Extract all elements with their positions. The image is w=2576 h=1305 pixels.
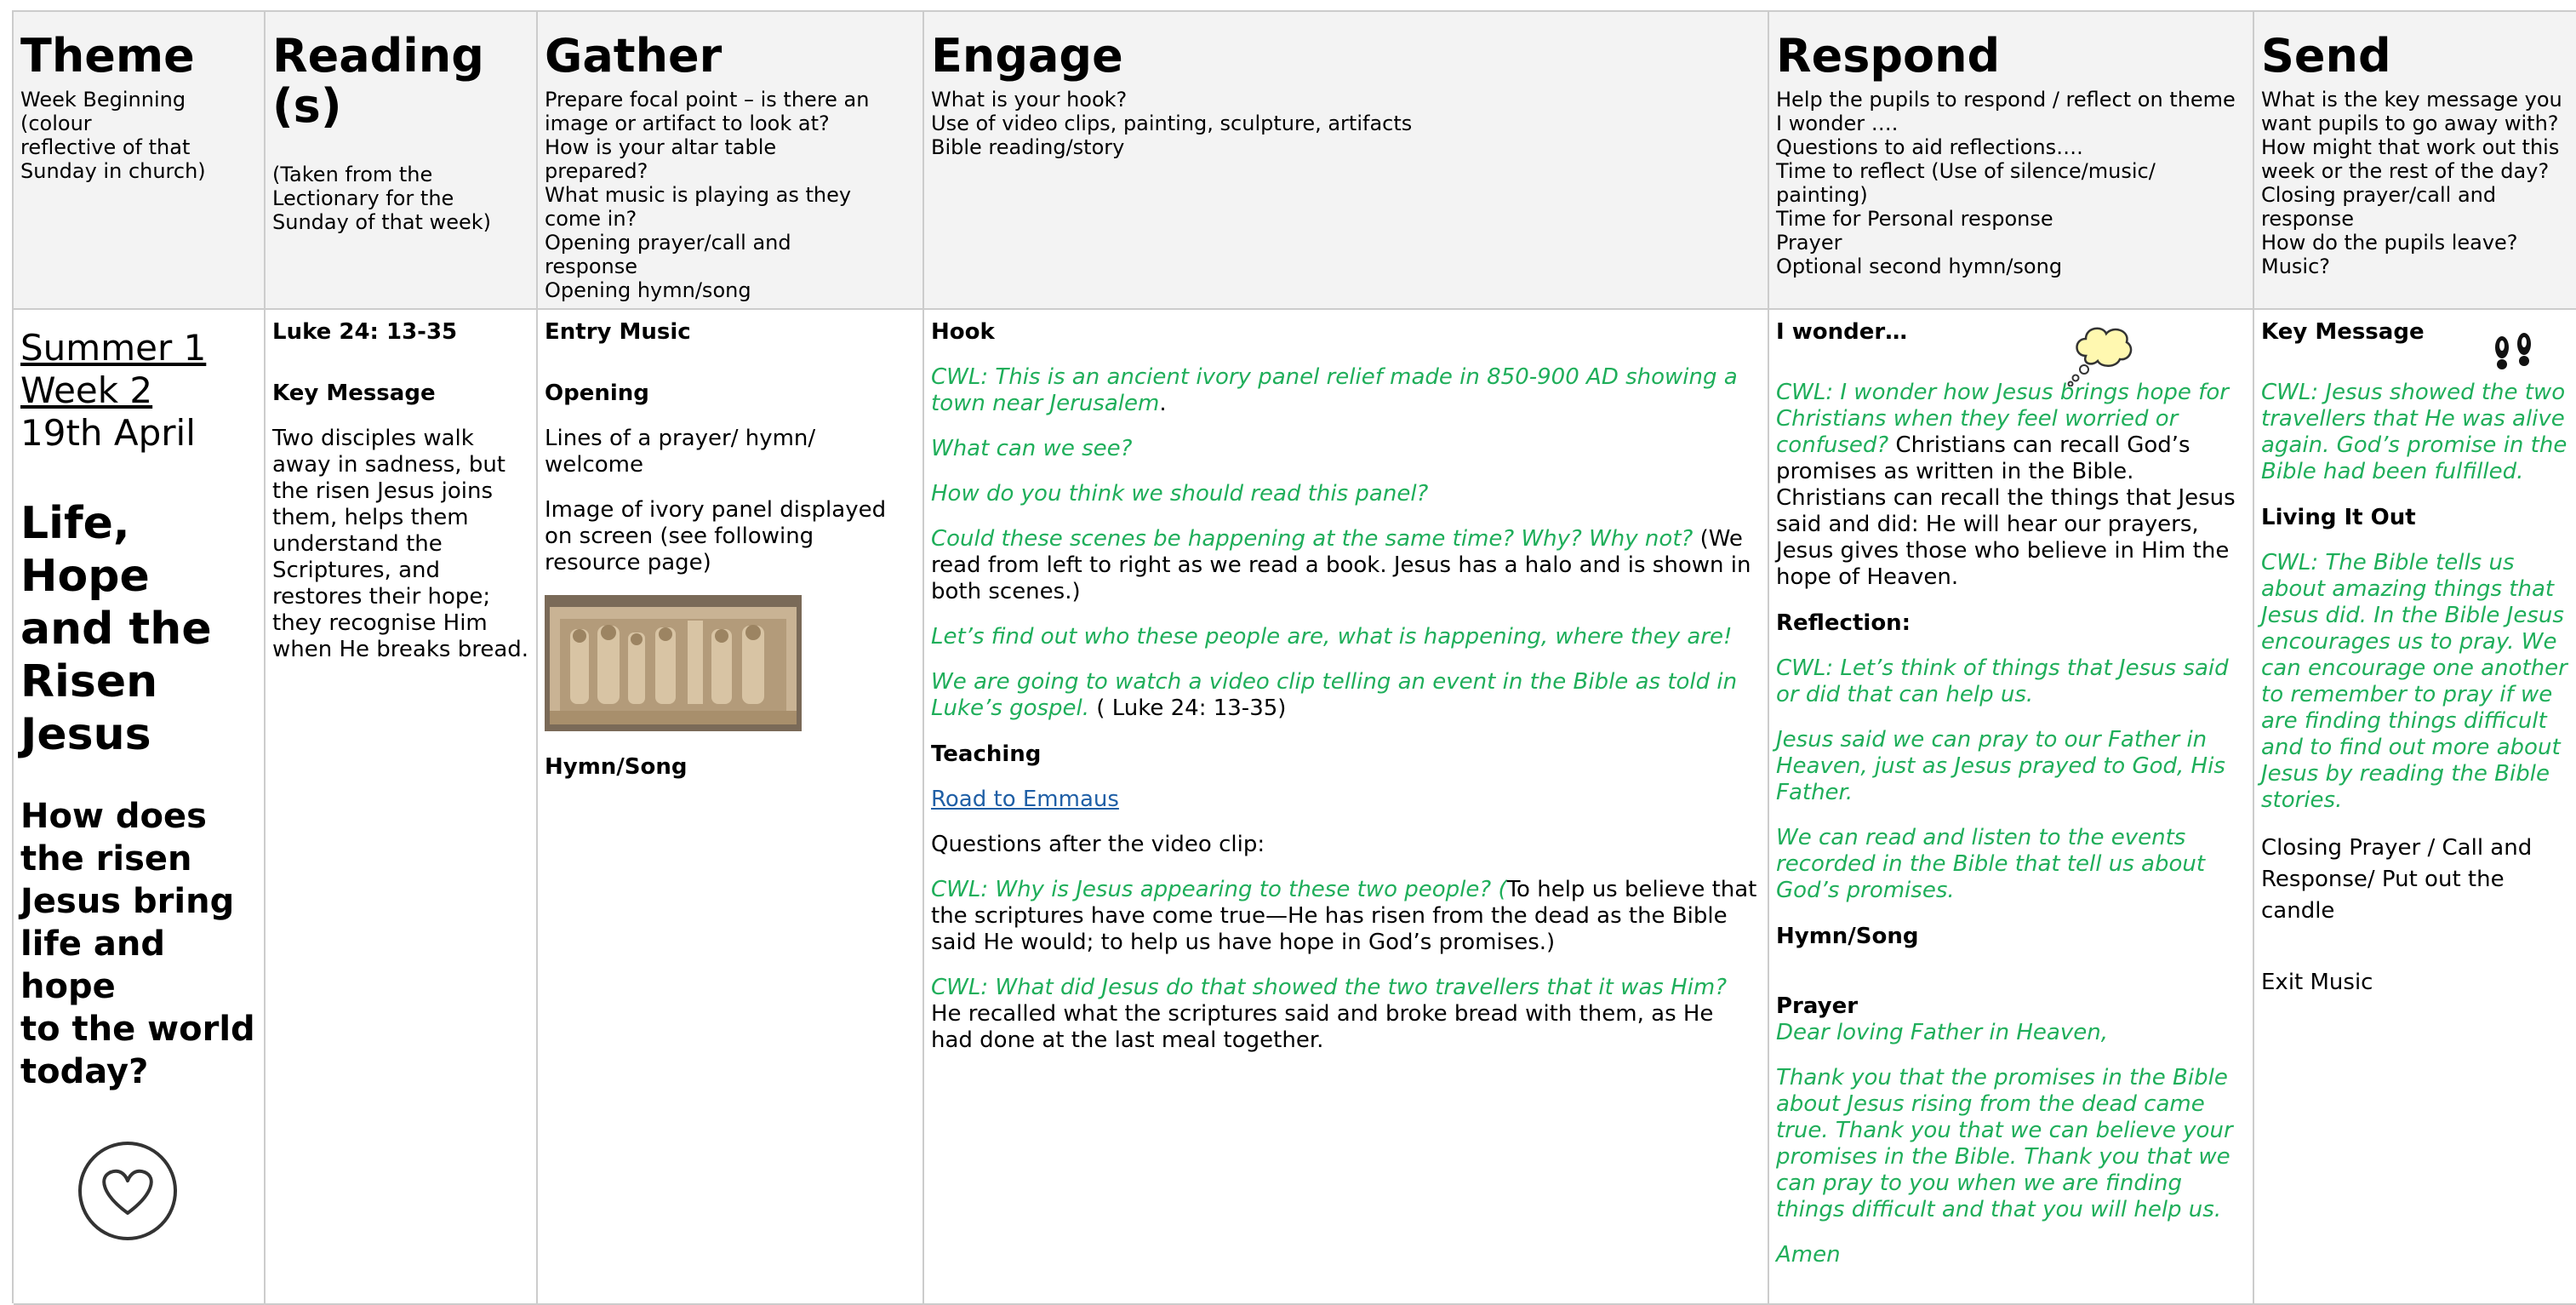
engage-g6-tail: ( Luke 24: 13-35) — [1089, 695, 1287, 721]
gather-hymn: Hymn/Song — [545, 754, 688, 780]
reading-cell: Luke 24: 13-35 Key Message Two disciples… — [266, 310, 538, 1305]
engage-g3: How do you think we should read this pan… — [931, 481, 1429, 507]
header-reading-title: Reading (s) — [272, 29, 484, 134]
gather-entry-music: Entry Music — [545, 319, 691, 345]
send-l1: CWL: The Bible tells us about amazing th… — [2261, 550, 2567, 813]
header-respond-title: Respond — [1776, 29, 2001, 83]
header-send-title: Send — [2261, 29, 2391, 83]
header-reading: Reading (s) (Taken from the Lectionary f… — [266, 12, 538, 310]
header-send: Send What is the key message you want pu… — [2254, 12, 2576, 310]
reading-key-text: Two disciples walk away in sadness, but … — [272, 426, 529, 662]
engage-link-row: Road to Emmaus — [931, 787, 1761, 813]
ivory-panel-image — [545, 595, 802, 731]
respond-r3: We can read and listen to the events rec… — [1776, 825, 2206, 903]
respond-prayer-label: Prayer — [1776, 993, 1859, 1019]
lesson-plan-table: Theme Week Beginning (colour reflective … — [12, 10, 2576, 1305]
gather-opening: Opening — [545, 381, 649, 406]
engage-paragraph-6: We are going to watch a video clip telli… — [931, 669, 1761, 722]
theme-week: Summer 1 Week 2 — [20, 327, 207, 411]
respond-hymn: Hymn/Song — [1776, 924, 1919, 949]
engage-questions-label: Questions after the video clip: — [931, 832, 1265, 857]
respond-r1: CWL: Let’s think of things that Jesus sa… — [1776, 655, 2229, 707]
engage-cell: Hook CWL: This is an ancient ivory panel… — [924, 310, 1769, 1305]
header-theme-desc: Week Beginning (colour reflective of tha… — [20, 88, 206, 184]
engage-g1: CWL: This is an ancient ivory panel reli… — [931, 364, 1738, 416]
header-engage-desc: What is your hook? Use of video clips, p… — [931, 88, 1413, 160]
engage-teaching-label: Teaching — [931, 741, 1042, 767]
engage-g4: Could these scenes be happening at the s… — [931, 526, 1694, 552]
respond-reflection-label: Reflection: — [1776, 610, 1911, 636]
engage-g2: What can we see? — [931, 436, 1133, 461]
header-respond-desc: Help the pupils to respond / reflect on … — [1776, 88, 2236, 279]
header-gather-title: Gather — [545, 29, 723, 83]
header-engage: Engage What is your hook? Use of video c… — [924, 12, 1769, 310]
respond-p1: Dear loving Father in Heaven, — [1776, 1020, 2108, 1045]
send-closing: Closing Prayer / Call and Response/ Put … — [2261, 835, 2533, 924]
respond-wonder-paragraph: CWL: I wonder how Jesus brings hope for … — [1776, 380, 2246, 591]
send-k1: CWL: Jesus showed the two travellers tha… — [2261, 380, 2567, 484]
engage-paragraph-4: Could these scenes be happening at the s… — [931, 526, 1761, 605]
gather-lines: Lines of a prayer/ hymn/ welcome — [545, 426, 816, 478]
reading-ref: Luke 24: 13-35 — [272, 319, 458, 345]
footprints-icon — [2495, 333, 2531, 369]
header-reading-desc: (Taken from the Lectionary for the Sunda… — [272, 162, 491, 234]
engage-hook-label: Hook — [931, 319, 995, 345]
send-exit-music: Exit Music — [2261, 970, 2373, 995]
engage-g1-tail: . — [1159, 391, 1167, 416]
header-respond: Respond Help the pupils to respond / ref… — [1769, 12, 2254, 310]
heart-icon — [78, 1142, 177, 1240]
gather-image-text: Image of ivory panel displayed on screen… — [545, 497, 887, 575]
send-cell: Key Message CWL: Jesus showed the two tr… — [2254, 310, 2576, 1305]
gather-cell: Entry Music Opening Lines of a prayer/ h… — [538, 310, 924, 1305]
respond-amen: Amen — [1776, 1242, 1841, 1268]
respond-cell: I wonder… CWL: I wonder how Jesus brings… — [1769, 310, 2254, 1305]
respond-wonder-label: I wonder… — [1776, 319, 1908, 345]
theme-date: 19th April — [20, 412, 196, 454]
respond-p2: Thank you that the promises in the Bible… — [1776, 1065, 2233, 1222]
header-send-desc: What is the key message you want pupils … — [2261, 88, 2562, 279]
engage-g5: Let’s find out who these people are, wha… — [931, 624, 1733, 650]
reading-key-label: Key Message — [272, 381, 436, 406]
road-to-emmaus-link[interactable]: Road to Emmaus — [931, 787, 1119, 812]
thought-bubble-icon — [2067, 327, 2133, 386]
engage-paragraph-1: CWL: This is an ancient ivory panel reli… — [931, 364, 1761, 417]
header-gather: Gather Prepare focal point – is there an… — [538, 12, 924, 310]
theme-title: Life, Hope and the Risen Jesus — [20, 498, 212, 760]
engage-question-2: CWL: What did Jesus do that showed the t… — [931, 975, 1761, 1054]
theme-question: How does the risen Jesus bring life and … — [20, 797, 255, 1091]
theme-cell: Summer 1 Week 2 19th April Life, Hope an… — [14, 310, 266, 1305]
header-engage-title: Engage — [931, 29, 1123, 83]
engage-q1: CWL: Why is Jesus appearing to these two… — [931, 877, 1507, 902]
engage-g6: We are going to watch a video clip telli… — [931, 669, 1738, 721]
engage-q2: CWL: What did Jesus do that showed the t… — [931, 975, 1728, 1000]
engage-q2-tail: He recalled what the scriptures said and… — [931, 1001, 1714, 1053]
send-living-label: Living It Out — [2261, 505, 2416, 530]
header-theme: Theme Week Beginning (colour reflective … — [14, 12, 266, 310]
engage-question-1: CWL: Why is Jesus appearing to these two… — [931, 877, 1761, 956]
header-theme-title: Theme — [20, 29, 195, 83]
header-gather-desc: Prepare focal point – is there an image … — [545, 88, 870, 303]
respond-r2: Jesus said we can pray to our Father in … — [1776, 727, 2225, 805]
